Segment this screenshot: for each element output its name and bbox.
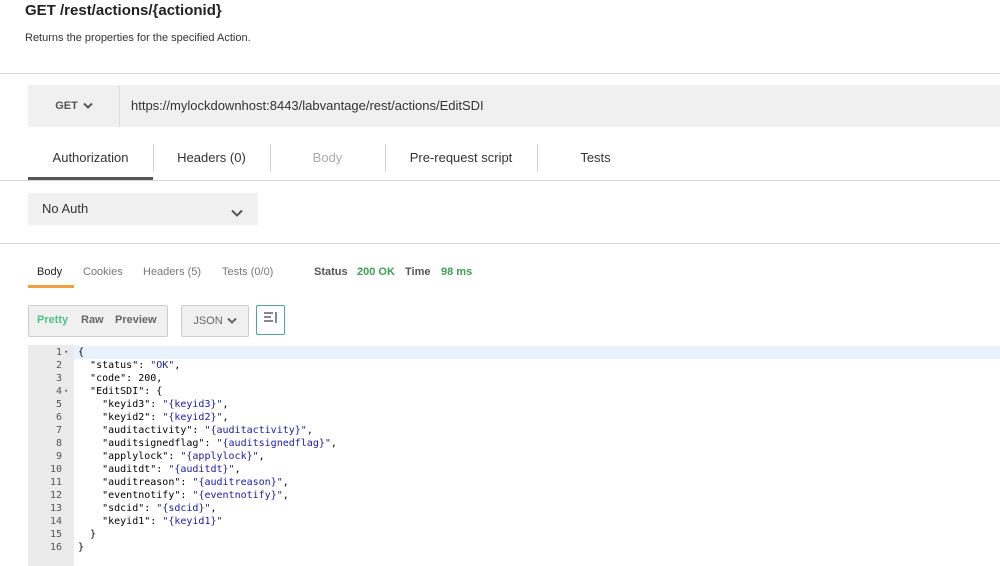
tab-tests[interactable]: Tests <box>537 150 654 180</box>
code-text: } <box>78 529 97 540</box>
line-number: 15 <box>49 529 62 540</box>
method-select[interactable]: GET <box>28 85 120 127</box>
endpoint-description: Returns the properties for the specified… <box>25 32 251 44</box>
tab-authorization[interactable]: Authorization <box>28 150 153 180</box>
code-text: { <box>78 347 85 358</box>
line-number: 5 <box>55 399 62 410</box>
line-number: 2 <box>55 360 62 371</box>
chevron-down-icon <box>231 204 243 222</box>
active-response-tab-indicator <box>28 285 74 288</box>
chevron-down-icon <box>83 100 93 112</box>
code-text: "keyid3": "{keyid3}", <box>102 399 229 410</box>
response-tab-cookies[interactable]: Cookies <box>83 266 123 278</box>
line-number: 11 <box>49 477 62 488</box>
tab-body[interactable]: Body <box>270 150 385 180</box>
response-tab-tests[interactable]: Tests (0/0) <box>222 266 273 278</box>
method-label: GET <box>55 100 78 112</box>
code-text: "auditactivity": "{auditactivity}", <box>102 425 313 436</box>
divider <box>0 180 1000 181</box>
status-label: Status <box>314 266 348 278</box>
code-text: "eventnotify": "{eventnotify}", <box>102 490 289 501</box>
format-select[interactable]: JSON <box>181 305 249 337</box>
line-number: 14 <box>49 516 62 527</box>
line-number: 10 <box>49 464 62 475</box>
code-text: "keyid1": "{keyid1}" <box>102 516 223 527</box>
code-text: "sdcid": "{sdcid}", <box>102 503 217 514</box>
url-input[interactable]: https://mylockdownhost:8443/labvantage/r… <box>131 98 484 113</box>
response-tab-body[interactable]: Body <box>37 266 62 278</box>
tab-pre-request-script[interactable]: Pre-request script <box>385 150 537 180</box>
code-text: "auditdt": "{auditdt}", <box>102 464 241 475</box>
code-text: "code": 200, <box>90 373 163 384</box>
code-text: "keyid2": "{keyid2}", <box>102 412 229 423</box>
line-number: 6 <box>55 412 62 423</box>
code-text: "EditSDI": { <box>90 386 163 397</box>
divider <box>0 243 1000 244</box>
code-text: "auditsignedflag": "{auditsignedflag}", <box>102 438 337 449</box>
active-tab-indicator <box>28 177 153 180</box>
endpoint-title: GET /rest/actions/{actionid} <box>25 2 222 19</box>
format-label: JSON <box>193 315 223 327</box>
code-text: "status": "OK", <box>90 360 181 371</box>
view-preview-button[interactable]: Preview <box>115 314 157 326</box>
auth-type-label: No Auth <box>42 201 89 216</box>
fold-arrow-icon[interactable]: ▾ <box>64 346 68 359</box>
response-tab-headers[interactable]: Headers (5) <box>143 266 201 278</box>
time-value: 98 ms <box>441 266 473 278</box>
line-number: 1 <box>55 347 62 358</box>
wrap-lines-button[interactable] <box>256 305 285 335</box>
url-separator <box>119 85 120 127</box>
wrap-lines-icon <box>263 311 278 329</box>
code-text: } <box>78 542 85 553</box>
chevron-down-icon <box>226 315 237 327</box>
line-number: 16 <box>49 542 62 553</box>
line-number: 7 <box>55 425 62 436</box>
view-pretty-button[interactable]: Pretty <box>37 314 68 326</box>
time-label: Time <box>405 266 431 278</box>
line-number: 13 <box>49 503 62 514</box>
divider <box>0 73 1000 74</box>
active-line-highlight <box>74 346 1000 359</box>
status-value: 200 OK <box>357 266 395 278</box>
line-number: 9 <box>55 451 62 462</box>
code-text: "applylock": "{applylock}", <box>102 451 265 462</box>
tab-headers[interactable]: Headers (0) <box>153 150 270 180</box>
fold-arrow-icon[interactable]: ▾ <box>64 385 68 398</box>
line-number: 8 <box>55 438 62 449</box>
line-number: 4 <box>55 386 62 397</box>
view-raw-button[interactable]: Raw <box>81 314 104 326</box>
line-number: 12 <box>49 490 62 501</box>
line-number: 3 <box>55 373 62 384</box>
code-text: "auditreason": "{auditreason}", <box>102 477 289 488</box>
